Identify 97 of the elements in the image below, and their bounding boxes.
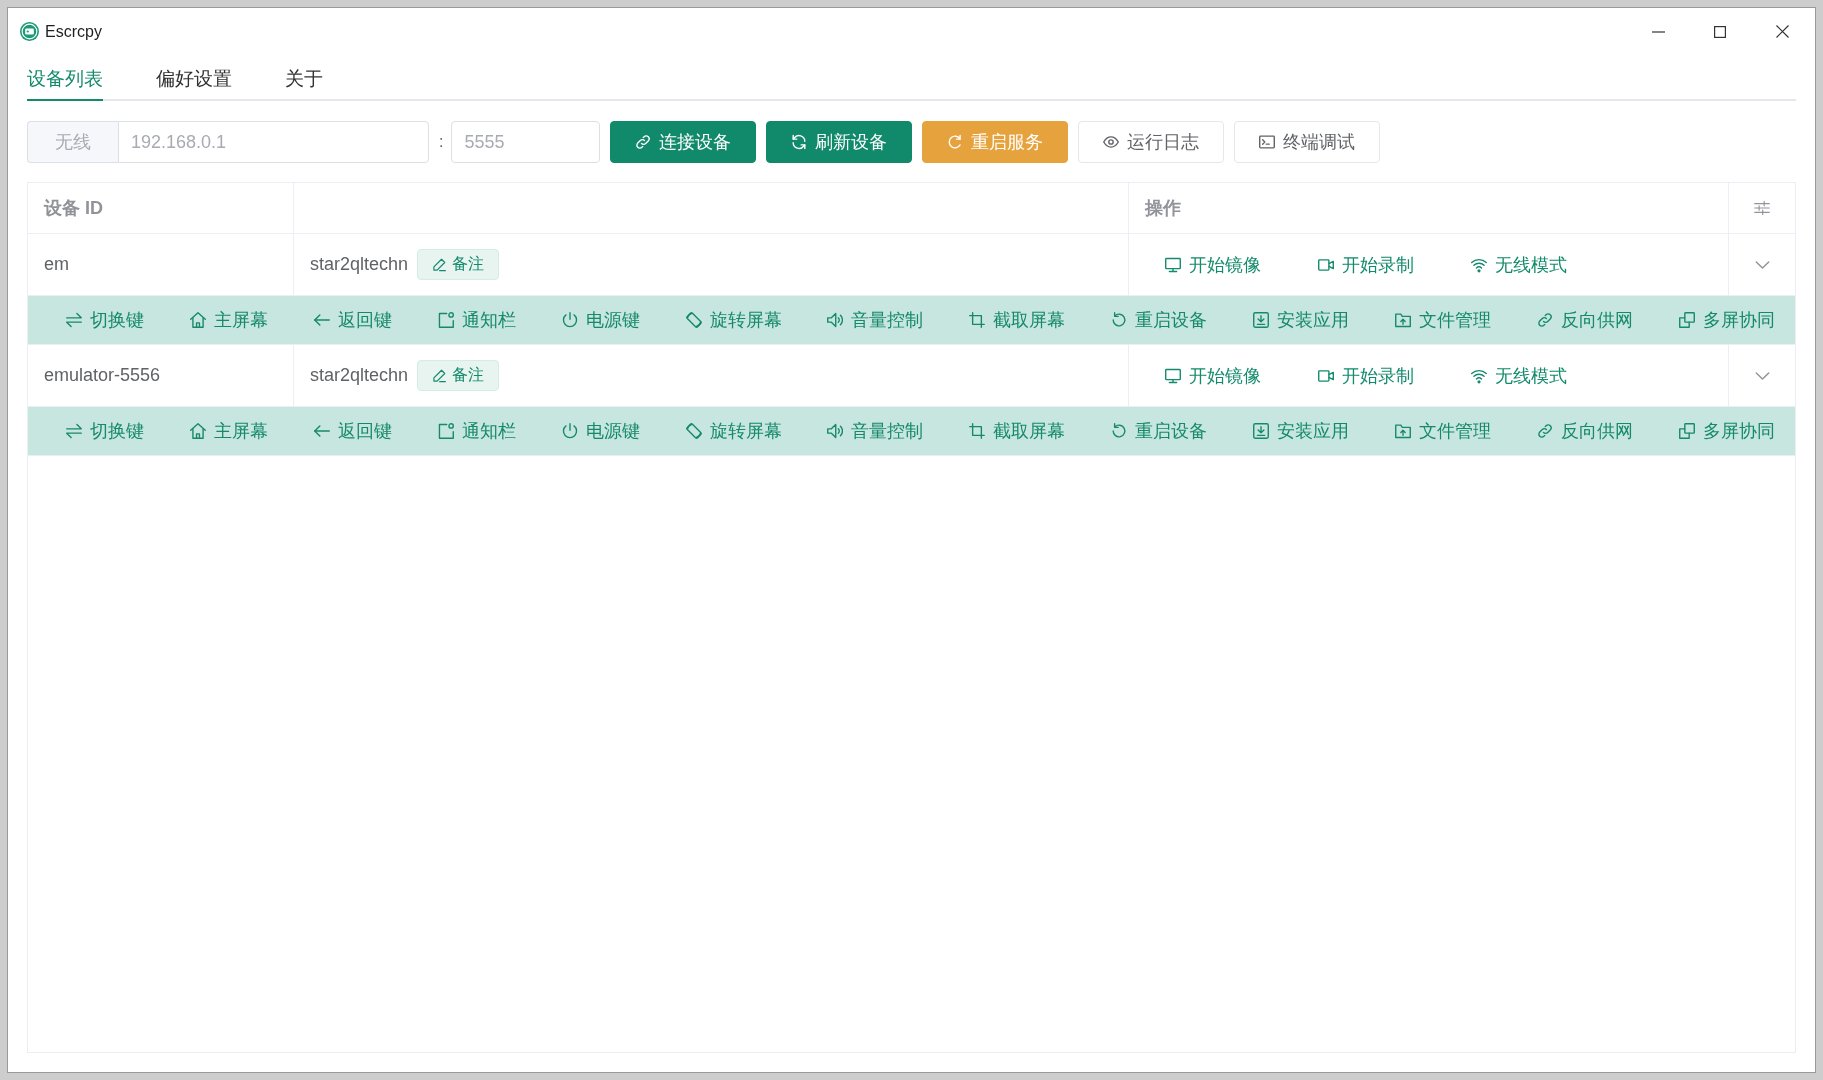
home-icon [189, 312, 206, 328]
remark-button[interactable]: 备注 [417, 360, 500, 391]
close-icon[interactable] [1775, 25, 1789, 38]
arrow-left-icon [313, 423, 330, 439]
power-icon [561, 423, 578, 439]
multi-screen-button[interactable]: 多屏协同 [1678, 308, 1775, 332]
device-id-text: em [44, 254, 69, 275]
device-id-text: emulator-5556 [44, 365, 161, 386]
folder-upload-icon [1395, 423, 1412, 439]
start-mirror-button[interactable]: 开始镜像 [1145, 359, 1281, 392]
wireless-mode-button[interactable]: 无线模式 [1451, 359, 1587, 392]
rotate-ccw-icon [1111, 312, 1128, 328]
link-icon [635, 134, 652, 150]
chevron-down-icon[interactable] [1754, 371, 1770, 380]
start-mirror-button[interactable]: 开始镜像 [1145, 248, 1281, 281]
monitor-icon [1165, 367, 1181, 384]
rotate-screen-button[interactable]: 旋转屏幕 [685, 308, 782, 332]
notification-bar-button[interactable]: 通知栏 [437, 419, 516, 443]
copy-icon [1678, 423, 1695, 439]
speaker-icon [827, 423, 844, 439]
tab[interactable]: 偏好设置 [156, 59, 232, 101]
run-log-button[interactable]: 运行日志 [1078, 121, 1225, 163]
copy-icon [1678, 312, 1695, 328]
video-camera-icon [1318, 256, 1334, 273]
home-icon [189, 423, 206, 439]
back-key-button[interactable]: 返回键 [313, 419, 392, 443]
window-title: Escrcpy [45, 22, 102, 41]
switch-key-button[interactable]: 切换键 [66, 419, 144, 443]
reboot-device-button[interactable]: 重启设备 [1111, 308, 1208, 332]
arrow-left-icon [313, 312, 330, 328]
crop-icon [969, 312, 986, 328]
terminal-debug-button[interactable]: 终端调试 [1234, 121, 1381, 163]
file-manager-button[interactable]: 文件管理 [1395, 308, 1492, 332]
switch-key-button[interactable]: 切换键 [66, 308, 144, 332]
wifi-icon [1471, 367, 1487, 384]
device-name-text: star2qltechn [310, 365, 409, 386]
chevron-down-icon[interactable] [1754, 260, 1770, 269]
power-key-button[interactable]: 电源键 [561, 308, 640, 332]
minimize-icon[interactable] [1651, 30, 1665, 33]
download-box-icon [1253, 312, 1270, 328]
tab[interactable]: 关于 [285, 59, 323, 101]
install-app-button[interactable]: 安装应用 [1253, 419, 1350, 443]
monitor-icon [1165, 256, 1181, 273]
pencil-icon [432, 368, 447, 383]
file-manager-button[interactable]: 文件管理 [1395, 419, 1492, 443]
screenshot-button[interactable]: 截取屏幕 [969, 419, 1066, 443]
wifi-icon [1471, 256, 1487, 273]
multi-screen-button[interactable]: 多屏协同 [1678, 419, 1775, 443]
start-recording-button[interactable]: 开始录制 [1298, 359, 1434, 392]
link-icon [1536, 423, 1553, 439]
wireless-mode-button[interactable]: 无线模式 [1451, 248, 1587, 281]
port-field[interactable]: 5555 [451, 121, 601, 163]
link-icon [1536, 312, 1553, 328]
connect-device-button[interactable]: 连接设备 [610, 121, 757, 163]
connection-mode-label: 无线 [27, 121, 118, 163]
column-header: 操作 [1145, 197, 1181, 220]
settings-icon[interactable] [1754, 200, 1770, 216]
screenshot-button[interactable]: 截取屏幕 [969, 308, 1066, 332]
restart-service-button[interactable]: 重启服务 [922, 121, 1069, 163]
download-box-icon [1253, 423, 1270, 439]
ip-address-field[interactable]: 192.168.0.1 [118, 121, 429, 163]
maximize-icon[interactable] [1714, 25, 1726, 38]
square-dot-icon [437, 312, 454, 328]
volume-control-button[interactable]: 音量控制 [827, 419, 924, 443]
power-icon [561, 312, 578, 328]
speaker-icon [827, 312, 844, 328]
back-key-button[interactable]: 返回键 [313, 308, 392, 332]
rotate-icon [685, 312, 702, 328]
install-app-button[interactable]: 安装应用 [1253, 308, 1350, 332]
reboot-device-button[interactable]: 重启设备 [1111, 419, 1208, 443]
rotate-icon [685, 423, 702, 439]
start-recording-button[interactable]: 开始录制 [1298, 248, 1434, 281]
volume-control-button[interactable]: 音量控制 [827, 308, 924, 332]
restart-icon [947, 134, 964, 150]
rotate-ccw-icon [1111, 423, 1128, 439]
video-camera-icon [1318, 367, 1334, 384]
device-name-text: star2qltechn [310, 254, 409, 275]
port-separator: : [439, 133, 444, 151]
folder-upload-icon [1395, 312, 1412, 328]
app-logo-icon [20, 22, 39, 41]
home-screen-button[interactable]: 主屏幕 [189, 419, 268, 443]
terminal-icon [1259, 134, 1276, 150]
rotate-screen-button[interactable]: 旋转屏幕 [685, 419, 782, 443]
remark-button[interactable]: 备注 [417, 249, 500, 280]
notification-bar-button[interactable]: 通知栏 [437, 308, 516, 332]
refresh-icon [791, 134, 808, 150]
eye-icon [1103, 134, 1120, 150]
power-key-button[interactable]: 电源键 [561, 419, 640, 443]
reverse-tethering-button[interactable]: 反向供网 [1536, 308, 1633, 332]
reverse-tethering-button[interactable]: 反向供网 [1536, 419, 1633, 443]
square-dot-icon [437, 423, 454, 439]
pencil-icon [432, 257, 447, 272]
column-header: 设备 ID [44, 197, 103, 220]
refresh-devices-button[interactable]: 刷新设备 [766, 121, 913, 163]
crop-icon [969, 423, 986, 439]
tab[interactable]: 设备列表 [27, 59, 103, 101]
home-screen-button[interactable]: 主屏幕 [189, 308, 268, 332]
